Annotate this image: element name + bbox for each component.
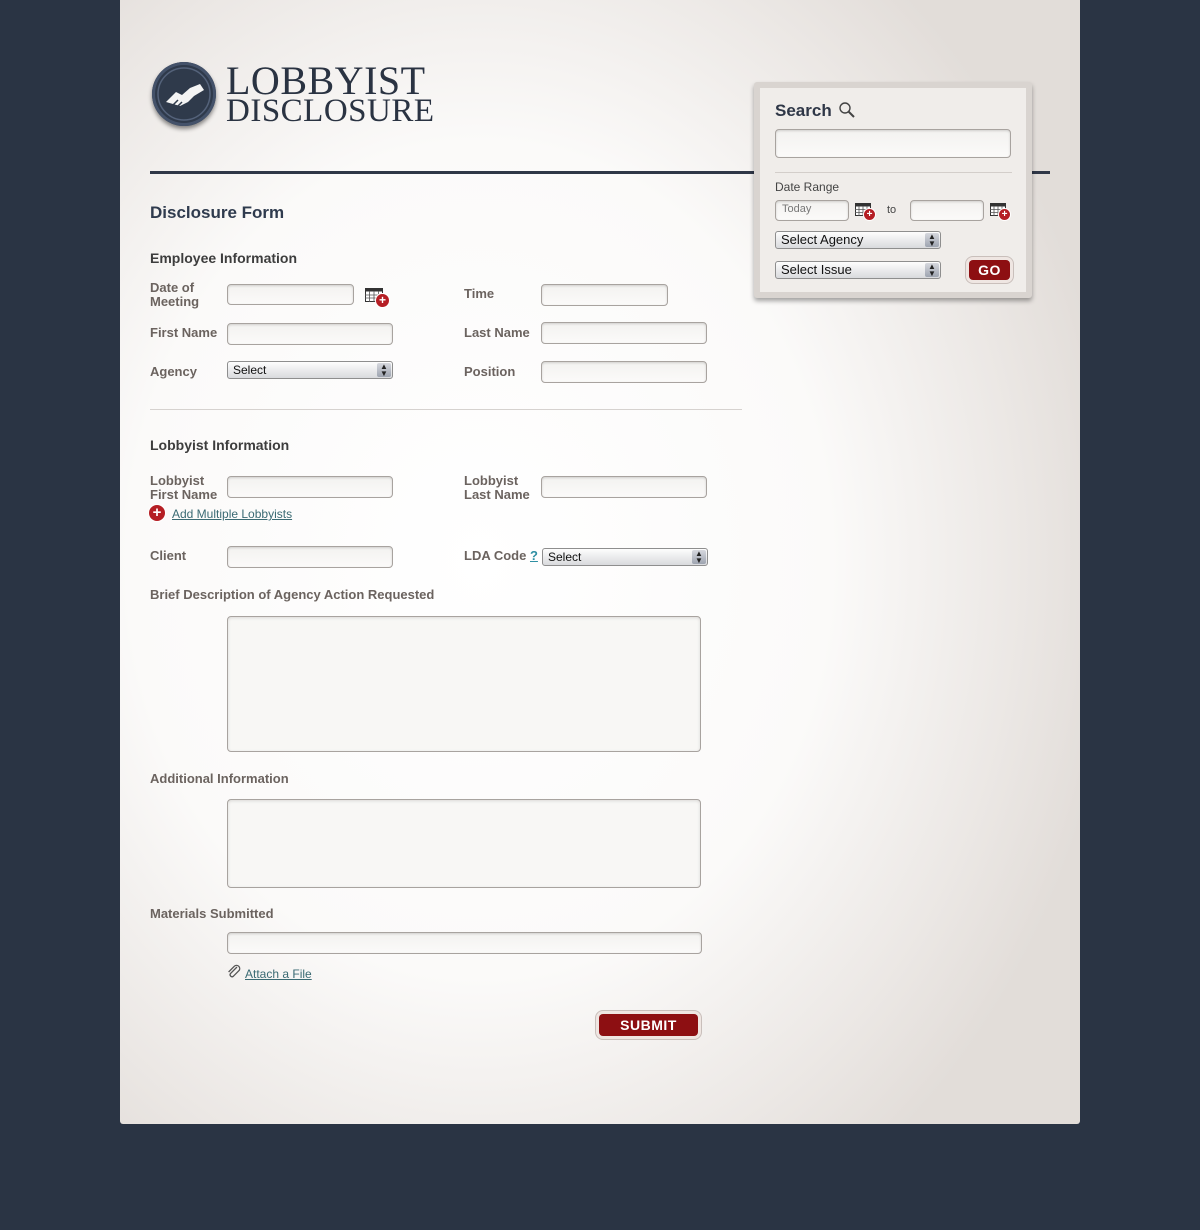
last-name-label: Last Name [464,325,530,340]
time-input[interactable] [541,284,668,306]
search-title: Search [775,101,832,120]
select-arrows-icon: ▲ ▼ [925,263,939,278]
select-arrows-icon: ▲ ▼ [377,363,391,378]
position-label: Position [464,364,516,379]
agency-label: Agency [150,364,197,379]
client-label: Client [150,548,187,563]
date-to-input[interactable] [910,200,984,221]
lda-select-value: Select [548,550,582,564]
logo-title-line2: DISCLOSURE [226,93,435,129]
lda-code-select[interactable]: Select ▲ ▼ [542,548,708,566]
lobbyist-last-name-input[interactable] [541,476,707,498]
plus-circle-icon[interactable]: + [149,505,165,521]
lobbyist-first-name-label: Lobbyist First Name [150,474,217,502]
page-title: Disclosure Form [150,203,285,222]
calendar-add-icon[interactable]: + [855,203,875,220]
first-name-input[interactable] [227,323,393,345]
client-input[interactable] [227,546,393,568]
add-multiple-lobbyists-link[interactable]: Add Multiple Lobbyists [172,507,292,521]
date-range-label: Date Range [775,180,840,194]
calendar-add-icon[interactable]: + [990,203,1010,220]
lobbyist-first-label-line1: Lobbyist [150,473,205,488]
lobbyist-last-label-line2: Last Name [464,487,530,502]
agency-select-value: Select [233,363,267,377]
lda-code-label-text: LDA Code [464,548,527,563]
employee-section-heading: Employee Information [150,250,298,266]
lobbyist-last-name-label: Lobbyist Last Name [464,474,530,502]
agency-select[interactable]: Select ▲ ▼ [227,361,393,379]
date-of-meeting-input[interactable] [227,284,354,305]
paperclip-icon [226,964,242,980]
materials-input[interactable] [227,932,702,954]
materials-label: Materials Submitted [150,906,274,921]
agency-filter-select[interactable]: Select Agency ▲ ▼ [775,231,941,249]
first-name-label: First Name [150,325,218,340]
additional-info-textarea[interactable] [227,799,701,888]
date-of-meeting-label: Date of Meeting [150,281,199,309]
date-to-label: to [887,204,897,216]
lobbyist-last-label-line1: Lobbyist [464,473,519,488]
lda-help-link[interactable]: ? [530,548,538,563]
position-input[interactable] [541,361,707,383]
search-input[interactable] [775,129,1011,158]
search-divider [775,172,1012,173]
magnifier-icon [838,101,856,119]
select-arrows-icon: ▲ ▼ [925,233,939,248]
agency-filter-value: Select Agency [781,232,864,247]
handshake-icon [152,62,216,126]
lobbyist-first-name-input[interactable] [227,476,393,498]
time-label: Time [464,286,495,301]
date-from-input[interactable]: Today [775,200,849,221]
select-arrows-icon: ▲ ▼ [692,550,706,565]
issue-filter-value: Select Issue [781,262,852,277]
lda-code-label: LDA Code ? [464,549,538,563]
lobbyist-first-label-line2: First Name [150,487,218,502]
date-label-line2: Meeting [150,294,200,309]
section-divider [150,409,742,410]
additional-info-label: Additional Information [150,771,289,786]
lobbyist-section-heading: Lobbyist Information [150,437,290,453]
issue-filter-select[interactable]: Select Issue ▲ ▼ [775,261,941,279]
description-label: Brief Description of Agency Action Reque… [150,587,435,602]
go-button[interactable]: GO [969,260,1010,280]
submit-button[interactable]: SUBMIT [599,1014,698,1036]
date-label-line1: Date of [150,280,195,295]
attach-file-link[interactable]: Attach a File [245,967,312,981]
description-textarea[interactable] [227,616,701,752]
last-name-input[interactable] [541,322,707,344]
calendar-add-icon[interactable]: + [365,288,389,307]
